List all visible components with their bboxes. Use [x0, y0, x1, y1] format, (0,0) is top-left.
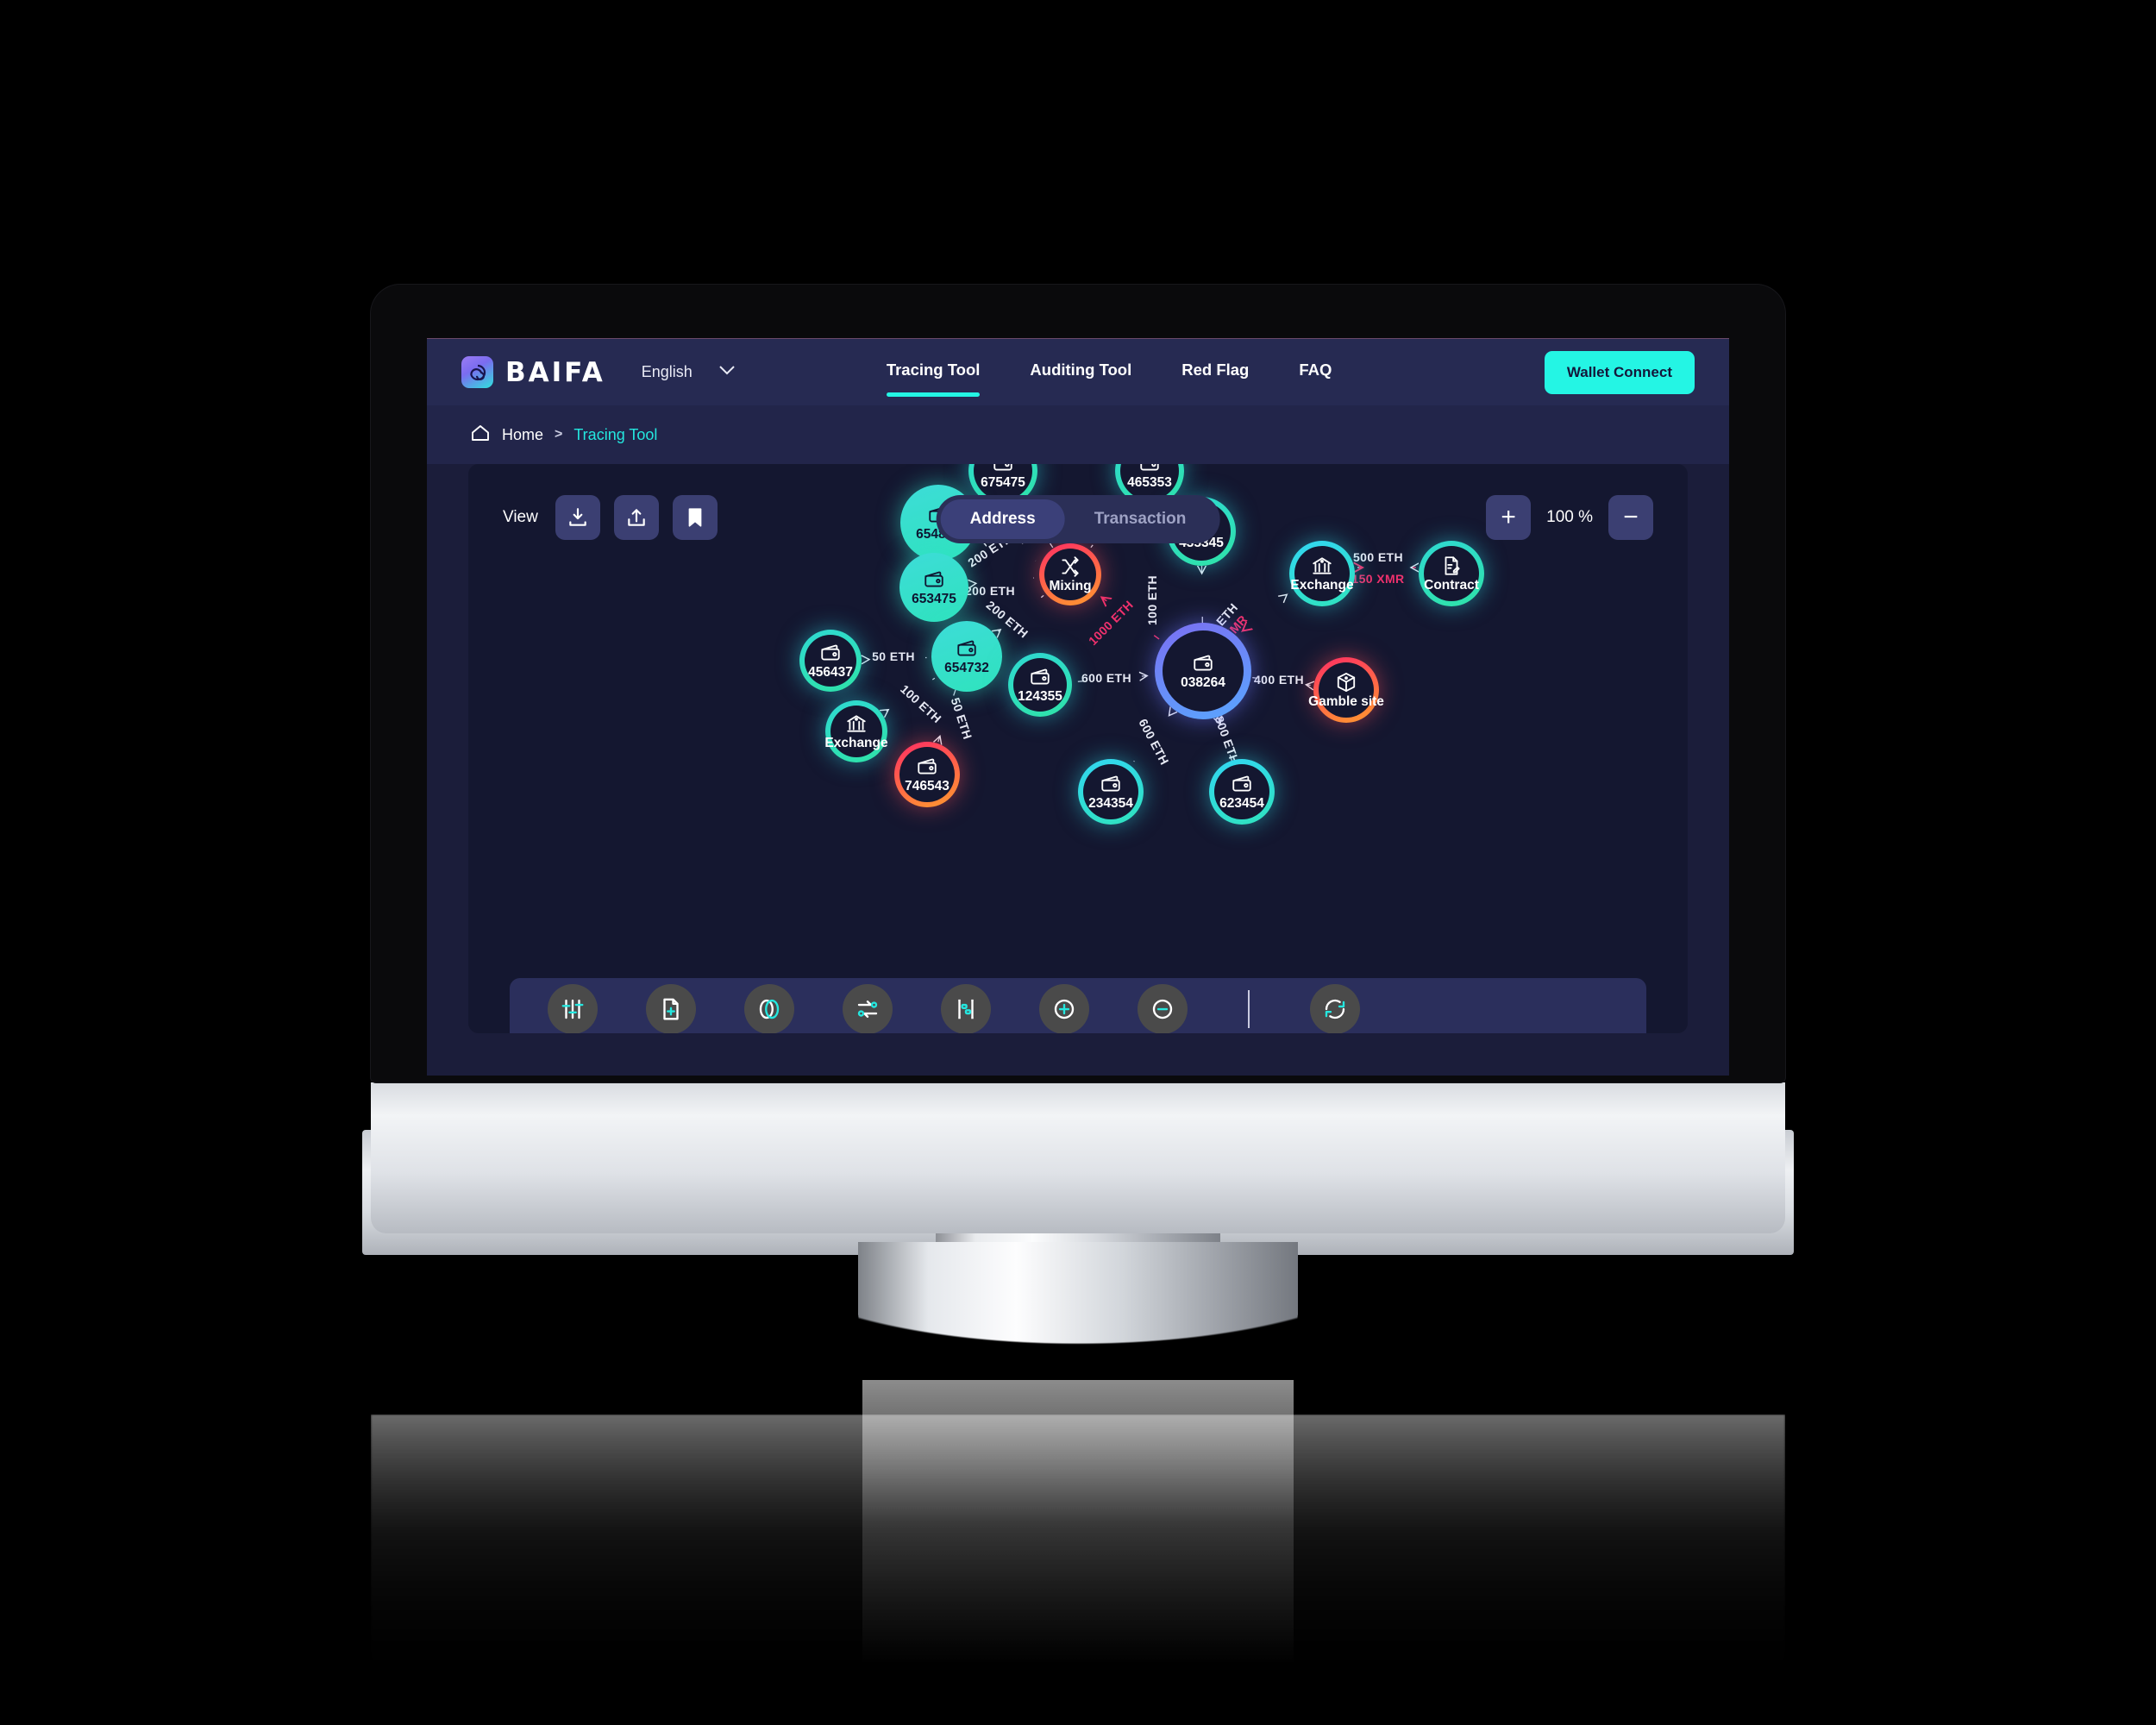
chevron-down-icon	[718, 365, 736, 380]
refresh-icon[interactable]	[1310, 984, 1360, 1033]
monitor-neck-flare	[858, 1242, 1298, 1367]
bank-icon	[1311, 555, 1333, 577]
add-document-icon[interactable]	[646, 984, 696, 1033]
zoom-out-button[interactable]: −	[1608, 495, 1653, 540]
toolbar-divider	[1248, 990, 1250, 1028]
graph-node-623454[interactable]: 623454	[1209, 759, 1275, 825]
bank-icon	[845, 712, 868, 735]
zoom-controls: + 100 % −	[1486, 495, 1653, 540]
graph-node-124355[interactable]: 124355	[1008, 653, 1072, 717]
main-nav: Tracing Tool Auditing Tool Red Flag FAQ	[886, 361, 1332, 397]
graph-node-label: Mixing	[1049, 578, 1092, 593]
zoom-out-icon[interactable]	[1138, 984, 1188, 1033]
screen: BAIFA English Tracing Tool Auditing Tool…	[427, 338, 1729, 1076]
bookmark-icon[interactable]	[672, 495, 718, 540]
graph-node-exchange-r[interactable]: Exchange	[1289, 541, 1355, 606]
breadcrumb: Home > Tracing Tool	[427, 405, 1729, 464]
graph-node-label: 038264	[1181, 674, 1225, 690]
address-transaction-toggle: Address Transaction	[936, 495, 1220, 543]
brand-wordmark: BAIFA	[505, 356, 605, 388]
share-icon[interactable]	[613, 495, 659, 540]
edge-label: 600 ETH	[1081, 671, 1132, 685]
wallet-icon	[956, 637, 978, 660]
graph-node-746543[interactable]: 746543	[894, 742, 960, 807]
wallet-icon	[1231, 773, 1253, 795]
graph-node-label: 456437	[808, 664, 853, 680]
monitor-chin	[371, 1082, 1785, 1233]
graph-node-label: Gamble site	[1308, 693, 1384, 709]
download-icon[interactable]	[555, 495, 600, 540]
graph-node-653475[interactable]: 653475	[899, 553, 968, 622]
home-icon[interactable]	[470, 423, 491, 448]
graph-node-654732[interactable]: 654732	[931, 621, 1002, 692]
view-toolbar: View	[503, 495, 718, 540]
breadcrumb-current: Tracing Tool	[573, 425, 658, 443]
graph-node-label: 675475	[981, 474, 1025, 490]
language-selector[interactable]: English	[642, 363, 736, 381]
view-label: View	[503, 508, 538, 526]
language-label: English	[641, 363, 693, 380]
brand[interactable]: BAIFA	[461, 356, 605, 388]
wallet-icon	[1100, 773, 1122, 795]
graph-node-label: 124355	[1018, 688, 1062, 704]
graph-node-label: 623454	[1219, 795, 1264, 811]
graph-bottom-toolbar	[510, 978, 1646, 1033]
zoom-level: 100 %	[1546, 508, 1593, 526]
nav-item-red-flag[interactable]: Red Flag	[1181, 361, 1249, 385]
frame-layout-icon[interactable]	[941, 984, 991, 1033]
graph-node-456437[interactable]: 456437	[799, 630, 862, 692]
wallet-icon	[992, 464, 1014, 474]
screenshot-stage: BAIFA English Tracing Tool Auditing Tool…	[0, 0, 2156, 1725]
graph-node-label: 654732	[944, 660, 989, 675]
edge-label: 500 ETH	[1352, 550, 1404, 564]
wallet-icon	[819, 642, 842, 664]
graph-node-label: 746543	[905, 778, 950, 794]
wallet-connect-button[interactable]: Wallet Connect	[1544, 350, 1695, 394]
contract-icon	[1440, 555, 1463, 577]
graph-node-exchange-l[interactable]: Exchange	[824, 700, 888, 762]
edge-label: 200 ETH	[964, 584, 1016, 598]
graph-node-label: 653475	[912, 591, 956, 606]
spiral-logo-icon	[461, 356, 493, 388]
merge-circles-icon[interactable]	[744, 984, 794, 1033]
graph-node-label: 234354	[1088, 795, 1133, 811]
edge-label: 100 ETH	[1145, 574, 1159, 626]
breadcrumb-separator: >	[555, 427, 563, 442]
nav-item-tracing-tool[interactable]: Tracing Tool	[886, 361, 980, 397]
graph-node-contract[interactable]: Contract	[1419, 541, 1484, 606]
graph-node-label: Contract	[1424, 577, 1479, 593]
graph-node-038264[interactable]: 038264	[1155, 623, 1251, 719]
tab-address[interactable]: Address	[940, 499, 1065, 539]
shuffle-icon	[1059, 555, 1081, 578]
graph-node-gamble-site[interactable]: Gamble site	[1308, 657, 1384, 723]
graph-canvas[interactable]: 200 ETH200 E200 ETH200 ETH200 ETH1000 ET…	[468, 464, 1688, 1033]
wallet-icon	[923, 568, 945, 591]
nav-item-auditing-tool[interactable]: Auditing Tool	[1030, 361, 1131, 385]
zoom-in-icon[interactable]	[1039, 984, 1089, 1033]
graph-layer: 200 ETH200 E200 ETH200 ETH200 ETH1000 ET…	[468, 464, 1688, 1033]
graph-node-mixing[interactable]: Mixing	[1039, 543, 1101, 605]
zoom-in-button[interactable]: +	[1486, 495, 1532, 540]
nav-item-faq[interactable]: FAQ	[1299, 361, 1332, 385]
tab-transaction[interactable]: Transaction	[1065, 499, 1216, 539]
graph-node-234354[interactable]: 234354	[1078, 759, 1144, 825]
app-header: BAIFA English Tracing Tool Auditing Tool…	[427, 338, 1729, 405]
breadcrumb-home[interactable]: Home	[502, 426, 543, 444]
edge-label: 150 XMR	[1351, 572, 1405, 586]
wallet-icon	[1192, 652, 1214, 674]
graph-node-label: 465353	[1127, 474, 1172, 490]
dice-icon	[1335, 671, 1357, 693]
swap-nodes-icon[interactable]	[843, 984, 893, 1033]
wallet-icon	[916, 756, 938, 778]
graph-node-label: Exchange	[1290, 577, 1354, 593]
desk-reflection-neck	[862, 1380, 1294, 1665]
wallet-icon	[1138, 464, 1161, 474]
graph-node-label: Exchange	[824, 735, 888, 750]
filters-icon[interactable]	[548, 984, 598, 1033]
edge-label: 400 ETH	[1253, 673, 1305, 687]
edge-label: 50 ETH	[872, 649, 915, 663]
wallet-icon	[1029, 666, 1051, 688]
